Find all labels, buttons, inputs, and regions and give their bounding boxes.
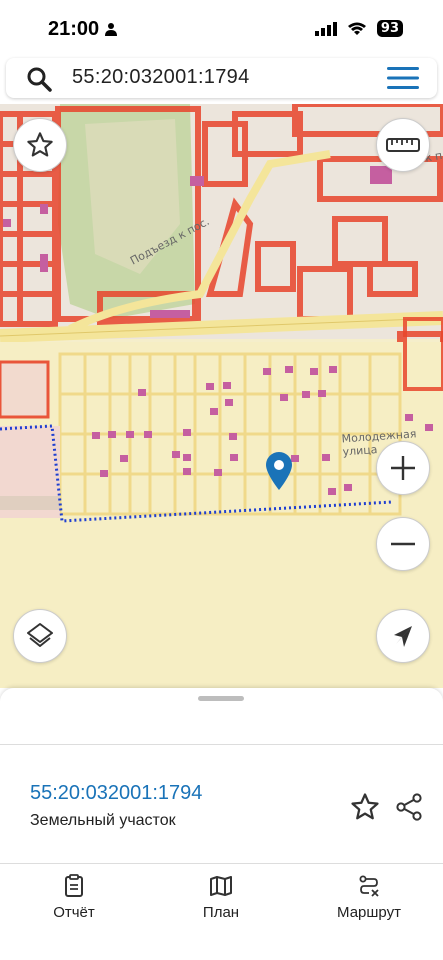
favorite-map-button[interactable] [13,118,67,172]
tab-report[interactable]: Отчёт [14,874,134,921]
sheet-grabber[interactable] [198,696,244,701]
wifi-icon [347,22,366,35]
layers-button[interactable] [13,609,67,663]
layers-icon [27,623,53,647]
tab-route-label: Маршрут [337,904,401,921]
cadastral-map [0,104,443,688]
my-location-button[interactable] [376,609,430,663]
star-icon [27,132,53,157]
search-input[interactable]: 55:20:032001:1794 [72,66,250,89]
navigation-arrow-icon [394,626,412,647]
search-bar[interactable]: 55:20:032001:1794 [6,58,437,98]
zoom-in-button[interactable] [376,441,430,495]
tab-report-label: Отчёт [53,904,95,921]
bottom-tab-bar: Отчёт План Маршрут [0,863,443,960]
status-bar: 21:00 93 [0,0,443,56]
parcel-type: Земельный участок [30,812,176,829]
parcel-id[interactable]: 55:20:032001:1794 [30,782,202,805]
map-view[interactable]: Подъезд к пос. Молодежная улица Азок п [0,104,443,688]
route-icon [359,875,379,897]
plus-icon [391,456,415,480]
map-icon [210,876,232,896]
battery-indicator: 93 [376,20,403,37]
share-icon[interactable] [394,792,424,822]
location-pin-icon[interactable] [266,452,292,490]
status-time: 21:00 [48,18,100,40]
parcel-info-sheet[interactable]: 55:20:032001:1794 Земельный участок [0,688,443,863]
ruler-button[interactable] [376,118,430,172]
search-icon[interactable] [26,66,52,92]
tab-plan[interactable]: План [161,874,281,921]
tab-plan-label: План [202,904,240,921]
minus-icon [391,542,415,546]
zoom-out-button[interactable] [376,517,430,571]
tab-route[interactable]: Маршрут [309,874,429,921]
sheet-divider [0,744,443,745]
person-icon [105,23,117,36]
menu-icon[interactable] [387,67,419,89]
report-icon [65,874,83,897]
ruler-icon [386,138,420,152]
signal-icon [314,21,337,36]
star-icon[interactable] [350,792,380,822]
